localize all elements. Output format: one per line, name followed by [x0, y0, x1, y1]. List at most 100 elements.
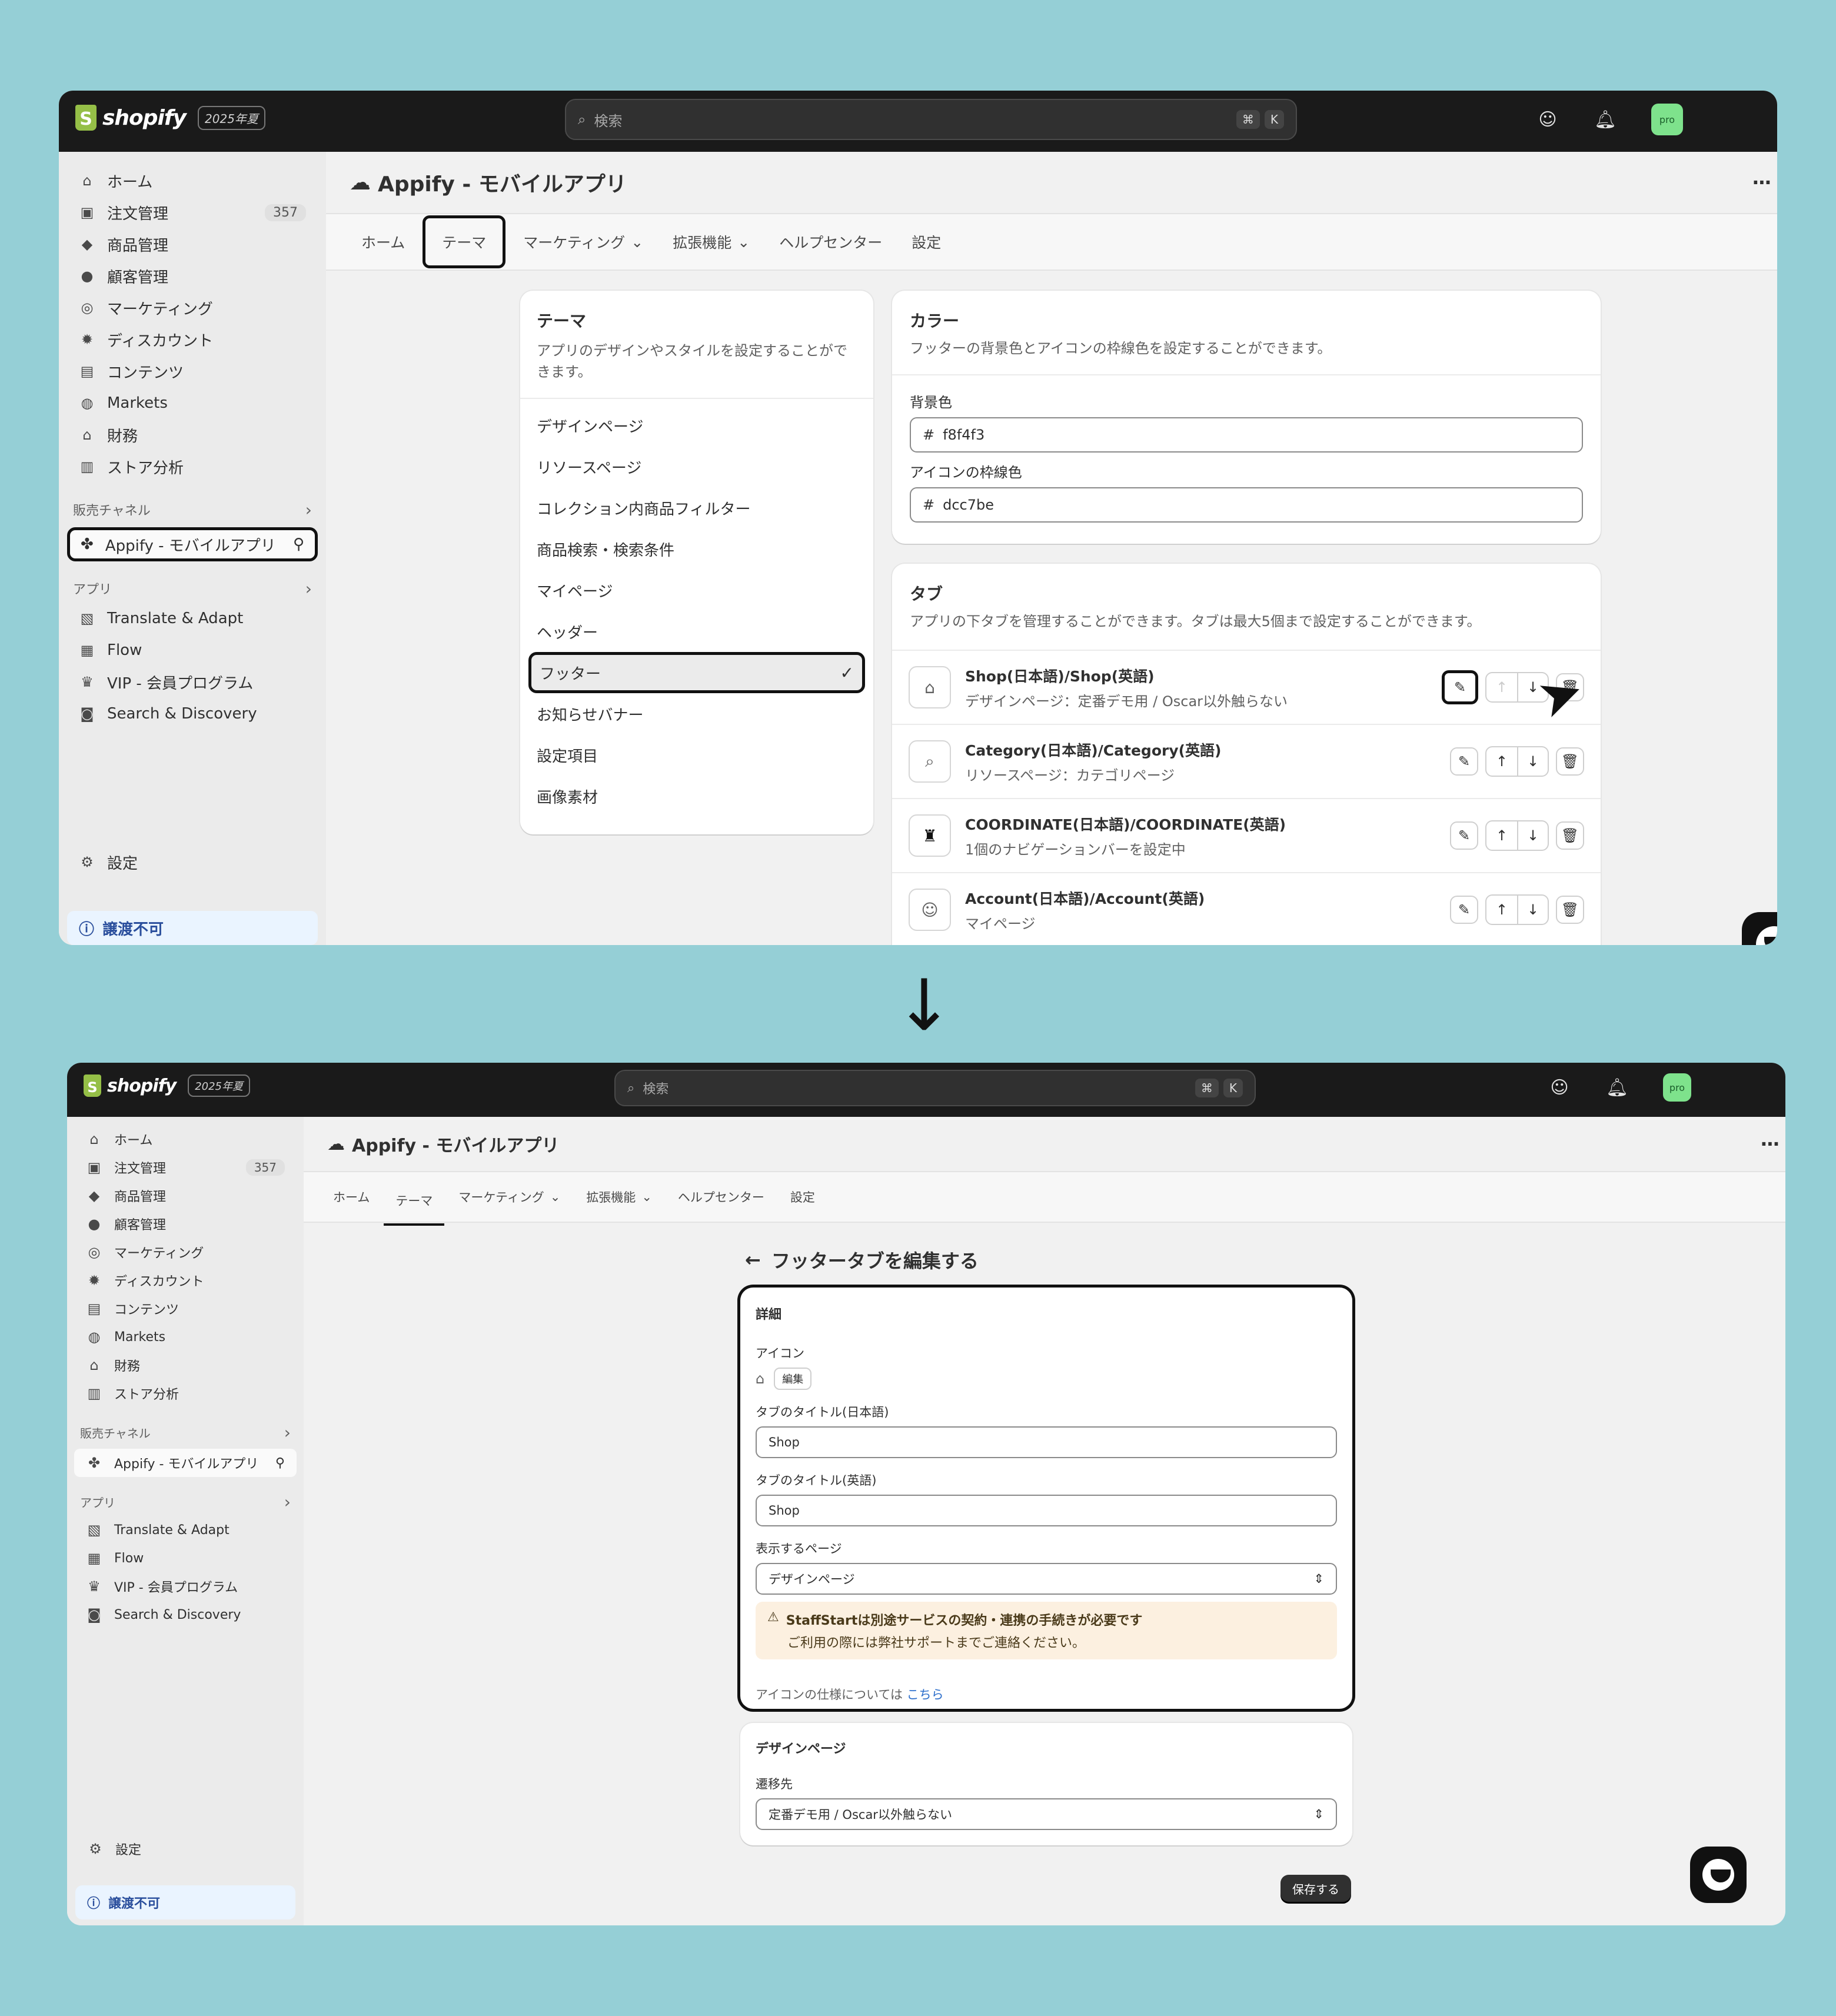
menu-collection-filter[interactable]: コレクション内商品フィルター: [520, 487, 873, 528]
menu-design-page[interactable]: デザインページ: [520, 405, 873, 446]
apps-header[interactable]: アプリ ›: [67, 574, 318, 603]
title-en-input[interactable]: Shop: [756, 1495, 1337, 1526]
sidebar-app-translate[interactable]: ▧ Translate & Adapt: [74, 1516, 297, 1544]
sidebar-item-appify[interactable]: ✤ Appify - モバイルアプリ ⚲: [74, 1449, 297, 1477]
tab-home[interactable]: ホーム: [321, 1181, 381, 1213]
title-ja-input[interactable]: Shop: [756, 1426, 1337, 1458]
sidebar-item-analytics[interactable]: ▥ ストア分析: [67, 451, 318, 483]
search-input[interactable]: ⌕ 検索 ⌘ K: [565, 99, 1297, 140]
sidebar-item-content[interactable]: ▤ コンテンツ: [67, 355, 318, 387]
sidebar-app-vip[interactable]: ♛ VIP - 会員プログラム: [67, 666, 318, 698]
sidebar-item-marketing[interactable]: ◎ マーケティング: [67, 292, 318, 324]
tab-row[interactable]: ☺ Account(日本語)/Account(英語) マイページ ✎ ↑ ↓ 🗑︎: [892, 872, 1601, 945]
delete-button[interactable]: 🗑︎: [1556, 896, 1584, 924]
spec-link[interactable]: こちら: [907, 1688, 944, 1702]
more-icon[interactable]: ⋯: [1761, 1133, 1780, 1155]
icon-border-color-input[interactable]: # dcc7be: [910, 487, 1583, 523]
flow-icon: ▦: [87, 1550, 101, 1566]
page-select[interactable]: デザインページ ⇕: [756, 1563, 1337, 1595]
menu-product-search[interactable]: 商品検索・検索条件: [520, 528, 873, 570]
sidebar-item-orders[interactable]: ▣ 注文管理 357: [67, 197, 318, 228]
menu-footer[interactable]: フッター ✓: [528, 652, 865, 693]
menu-header[interactable]: ヘッダー: [520, 611, 873, 652]
sidebar-item-discounts[interactable]: ✹ ディスカウント: [67, 324, 318, 355]
edit-button[interactable]: ✎: [1442, 670, 1478, 704]
delete-button[interactable]: 🗑︎: [1556, 821, 1584, 850]
sidebar-item-orders[interactable]: ▣ 注文管理 357: [74, 1153, 297, 1182]
store-avatar[interactable]: pro: [1651, 104, 1683, 135]
sidebar-item-products[interactable]: ◆ 商品管理: [67, 228, 318, 260]
discount-icon: ✹: [88, 1272, 101, 1289]
tab-settings[interactable]: 設定: [900, 224, 953, 260]
chat-button[interactable]: [1690, 1847, 1747, 1903]
sidebar-item-products[interactable]: ◆ 商品管理: [74, 1182, 297, 1210]
sidebar-item-analytics[interactable]: ▥ ストア分析: [74, 1379, 297, 1408]
sidekick-icon[interactable]: ☺: [1536, 108, 1559, 131]
tab-extensions[interactable]: 拡張機能 ⌄: [574, 1181, 664, 1213]
sidebar-item-discounts[interactable]: ✹ ディスカウント: [74, 1266, 297, 1295]
edit-button[interactable]: ✎: [1450, 747, 1478, 776]
store-avatar[interactable]: pro: [1663, 1073, 1691, 1102]
edit-icon-button[interactable]: 編集: [774, 1368, 812, 1390]
delete-button[interactable]: 🗑︎: [1556, 747, 1584, 776]
menu-image-assets[interactable]: 画像素材: [520, 776, 873, 817]
sidebar-app-search[interactable]: ◙ Search & Discovery: [74, 1601, 297, 1629]
reorder-buttons[interactable]: ↑ ↓: [1485, 820, 1549, 851]
sidebar-item-home[interactable]: ⌂ ホーム: [67, 165, 318, 197]
tab-settings[interactable]: 設定: [779, 1181, 827, 1213]
bell-icon[interactable]: 🔔︎: [1605, 1076, 1629, 1099]
tab-marketing[interactable]: マーケティング ⌄: [511, 224, 655, 260]
chat-button[interactable]: [1742, 912, 1777, 945]
sidebar-item-settings[interactable]: ⚙ 設定: [67, 846, 318, 878]
reorder-buttons[interactable]: ↑ ↓: [1485, 746, 1549, 777]
back-arrow-icon[interactable]: ←: [745, 1249, 761, 1271]
tab-row[interactable]: ⌕ Category(日本語)/Category(英語) リソースページ：カテゴリ…: [892, 724, 1601, 798]
sidekick-icon[interactable]: ☺: [1548, 1076, 1571, 1099]
sidebar-app-flow[interactable]: ▦ Flow: [67, 634, 318, 666]
sidebar-item-customers[interactable]: ● 顧客管理: [74, 1210, 297, 1238]
tab-row[interactable]: ⌂ Shop(日本語)/Shop(英語) デザインページ：定番デモ用 / Osca…: [892, 650, 1601, 724]
bg-color-input[interactable]: # f8f4f3: [910, 417, 1583, 453]
sales-channels-header[interactable]: 販売チャネル ›: [67, 495, 318, 524]
tab-row[interactable]: ♜ COORDINATE(日本語)/COORDINATE(英語) 1個のナビゲーシ…: [892, 798, 1601, 872]
menu-resource-page[interactable]: リソースページ: [520, 446, 873, 487]
bell-icon[interactable]: 🔔︎: [1594, 108, 1617, 131]
more-icon[interactable]: ⋯: [1752, 171, 1771, 194]
tab-marketing[interactable]: マーケティング ⌄: [447, 1181, 572, 1213]
sidebar-item-content[interactable]: ▤ コンテンツ: [74, 1295, 297, 1323]
sales-channels-header[interactable]: 販売チャネル ›: [74, 1418, 297, 1446]
apps-header[interactable]: アプリ ›: [74, 1488, 297, 1516]
menu-banner[interactable]: お知らせバナー: [520, 693, 873, 734]
sidebar-item-customers[interactable]: ● 顧客管理: [67, 260, 318, 292]
sidebar-item-finance[interactable]: ⌂ 財務: [74, 1351, 297, 1379]
sidebar-item-appify[interactable]: ✤ Appify - モバイルアプリ ⚲: [67, 527, 318, 561]
edit-button[interactable]: ✎: [1450, 896, 1478, 924]
menu-mypage[interactable]: マイページ: [520, 570, 873, 611]
transfer-status[interactable]: ⓘ 譲渡不可: [67, 911, 318, 945]
search-input[interactable]: ⌕ 検索 ⌘ K: [614, 1070, 1256, 1106]
tab-help[interactable]: ヘルプセンター: [767, 224, 894, 260]
sidebar-item-home[interactable]: ⌂ ホーム: [74, 1125, 297, 1153]
sidebar-app-search[interactable]: ◙ Search & Discovery: [67, 698, 318, 730]
menu-settings-items[interactable]: 設定項目: [520, 734, 873, 776]
sidebar-item-markets[interactable]: ◍ Markets: [74, 1323, 297, 1351]
edit-button[interactable]: ✎: [1450, 821, 1478, 850]
transfer-status[interactable]: ⓘ 譲渡不可: [75, 1885, 295, 1919]
sidebar-app-vip[interactable]: ♛ VIP - 会員プログラム: [74, 1572, 297, 1601]
destination-select[interactable]: 定番デモ用 / Oscar以外触らない ⇕: [756, 1798, 1337, 1830]
tab-theme[interactable]: テーマ: [423, 215, 506, 268]
tab-extensions[interactable]: 拡張機能 ⌄: [661, 224, 761, 260]
sidebar-item-markets[interactable]: ◍ Markets: [67, 387, 318, 419]
shopify-logo[interactable]: S shopify 2025年夏: [84, 1074, 251, 1097]
shopify-logo[interactable]: S shopify 2025年夏: [75, 105, 265, 131]
sidebar-app-flow[interactable]: ▦ Flow: [74, 1544, 297, 1572]
tab-help[interactable]: ヘルプセンター: [666, 1181, 776, 1213]
reorder-buttons[interactable]: ↑ ↓: [1485, 894, 1549, 925]
sidebar-app-translate[interactable]: ▧ Translate & Adapt: [67, 603, 318, 634]
sidebar-item-marketing[interactable]: ◎ マーケティング: [74, 1238, 297, 1266]
tab-home[interactable]: ホーム: [350, 224, 417, 260]
sidebar-item-finance[interactable]: ⌂ 財務: [67, 419, 318, 451]
tab-theme[interactable]: テーマ: [384, 1185, 445, 1226]
sidebar-item-settings[interactable]: ⚙ 設定: [75, 1835, 295, 1863]
save-button[interactable]: 保存する: [1280, 1875, 1351, 1902]
